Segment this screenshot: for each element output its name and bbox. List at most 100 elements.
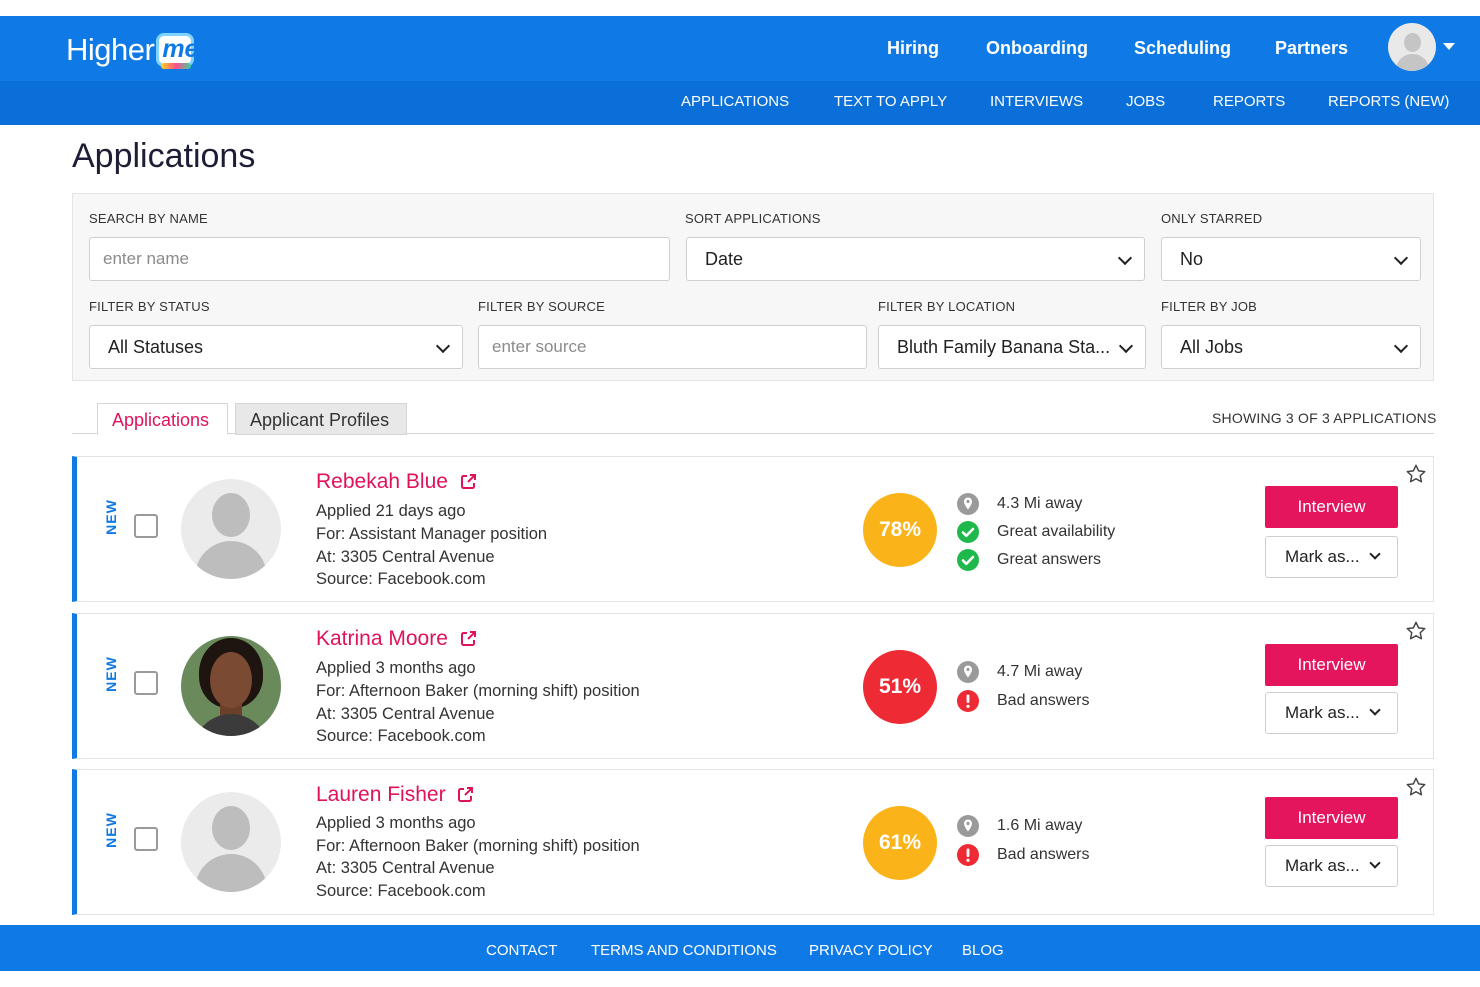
- sort-select[interactable]: Date: [686, 237, 1145, 281]
- answers-text: Bad answers: [997, 846, 1090, 863]
- applicant-avatar[interactable]: [181, 792, 281, 892]
- logo-text: Higher: [66, 32, 155, 67]
- check-circle-icon: [957, 521, 979, 543]
- location-select-value: Bluth Family Banana Sta...: [897, 337, 1111, 357]
- higherme-logo[interactable]: Higher me: [66, 30, 198, 70]
- check-circle-icon: [957, 549, 979, 571]
- subnav-interviews[interactable]: INTERVIEWS: [990, 93, 1083, 110]
- application-card: NEW Lauren Fisher Applied 3 months ago F…: [72, 769, 1434, 915]
- location-label: FILTER BY LOCATION: [878, 299, 1016, 314]
- chevron-down-icon: [1369, 548, 1381, 560]
- tab-applicant-profiles[interactable]: Applicant Profiles: [235, 403, 407, 435]
- job-select-value: All Jobs: [1180, 337, 1244, 357]
- subnav-reports[interactable]: REPORTS: [1213, 93, 1285, 110]
- subnav-applications[interactable]: APPLICATIONS: [681, 93, 789, 110]
- star-icon[interactable]: [1405, 463, 1427, 485]
- mark-as-label: Mark as...: [1285, 703, 1360, 722]
- starred-select[interactable]: No: [1161, 237, 1421, 281]
- location-select[interactable]: Bluth Family Banana Sta...: [878, 325, 1146, 369]
- nav-onboarding[interactable]: Onboarding: [986, 38, 1088, 59]
- answers-text: Great answers: [997, 551, 1102, 568]
- distance-text: 1.6 Mi away: [997, 817, 1083, 834]
- footer-terms[interactable]: TERMS AND CONDITIONS: [591, 942, 777, 959]
- applied-position: For: Afternoon Baker (morning shift) pos…: [316, 682, 640, 700]
- user-menu-caret-icon[interactable]: [1443, 43, 1455, 50]
- interview-button[interactable]: Interview: [1265, 797, 1398, 839]
- nav-hiring[interactable]: Hiring: [887, 38, 939, 59]
- job-select[interactable]: All Jobs: [1161, 325, 1421, 369]
- map-pin-icon: [957, 661, 979, 683]
- chevron-down-icon: [435, 338, 451, 354]
- logo-badge-text: me: [162, 35, 199, 63]
- chevron-down-icon: [1117, 250, 1133, 266]
- status-select[interactable]: All Statuses: [89, 325, 463, 369]
- chevron-down-icon: [1118, 338, 1134, 354]
- source-label: FILTER BY SOURCE: [478, 299, 605, 314]
- map-pin-icon: [957, 493, 979, 515]
- footer-blog[interactable]: BLOG: [962, 942, 1004, 959]
- mark-as-dropdown[interactable]: Mark as...: [1265, 692, 1398, 734]
- applied-date: Applied 3 months ago: [316, 659, 476, 677]
- applicant-name: Lauren Fisher: [316, 783, 446, 806]
- chevron-down-icon: [1393, 250, 1409, 266]
- job-label: FILTER BY JOB: [1161, 299, 1258, 314]
- nav-partners[interactable]: Partners: [1275, 38, 1348, 59]
- sub-header: APPLICATIONS TEXT TO APPLY INTERVIEWS JO…: [0, 81, 1480, 125]
- footer: CONTACT TERMS AND CONDITIONS PRIVACY POL…: [0, 925, 1480, 971]
- availability-text: Great availability: [997, 523, 1116, 540]
- mark-as-dropdown[interactable]: Mark as...: [1265, 536, 1398, 578]
- applicant-name: Katrina Moore: [316, 627, 448, 650]
- subnav-text-to-apply[interactable]: TEXT TO APPLY: [834, 93, 947, 110]
- applicant-name-link[interactable]: Katrina Moore: [316, 627, 477, 651]
- applicant-name-link[interactable]: Rebekah Blue: [316, 470, 477, 494]
- chevron-down-icon: [1393, 338, 1409, 354]
- external-link-icon: [460, 474, 476, 489]
- select-checkbox[interactable]: [134, 827, 158, 851]
- new-badge: NEW: [103, 656, 119, 692]
- status-select-value: All Statuses: [108, 337, 204, 357]
- interview-button[interactable]: Interview: [1265, 644, 1398, 686]
- applied-location: At: 3305 Central Avenue: [316, 548, 495, 566]
- alert-circle-icon: [957, 690, 979, 712]
- star-icon[interactable]: [1405, 620, 1427, 642]
- external-link-icon: [460, 631, 476, 646]
- showing-count: SHOWING 3 OF 3 APPLICATIONS: [1212, 410, 1437, 426]
- applicant-avatar[interactable]: [181, 479, 281, 579]
- search-name-input[interactable]: [89, 237, 670, 281]
- select-checkbox[interactable]: [134, 514, 158, 538]
- match-score-badge: 51%: [863, 650, 937, 724]
- nav-scheduling[interactable]: Scheduling: [1134, 38, 1231, 59]
- new-badge: NEW: [103, 812, 119, 848]
- mark-as-dropdown[interactable]: Mark as...: [1265, 845, 1398, 887]
- applied-source: Source: Facebook.com: [316, 570, 486, 588]
- interview-button[interactable]: Interview: [1265, 486, 1398, 528]
- tab-applications[interactable]: Applications: [97, 403, 228, 435]
- subnav-reports-new[interactable]: REPORTS (NEW): [1328, 93, 1449, 110]
- select-checkbox[interactable]: [134, 671, 158, 695]
- applicant-photo[interactable]: [181, 636, 281, 736]
- map-pin-icon: [957, 815, 979, 837]
- filters-panel: SEARCH BY NAME SORT APPLICATIONS Date ON…: [72, 193, 1434, 381]
- distance-text: 4.7 Mi away: [997, 663, 1083, 680]
- subnav-jobs[interactable]: JOBS: [1126, 93, 1165, 110]
- user-avatar[interactable]: [1388, 23, 1436, 71]
- applied-location: At: 3305 Central Avenue: [316, 705, 495, 723]
- sort-select-value: Date: [705, 249, 744, 269]
- page-title: Applications: [72, 137, 256, 175]
- answers-text: Bad answers: [997, 692, 1090, 709]
- mark-as-label: Mark as...: [1285, 547, 1360, 566]
- applicant-name: Rebekah Blue: [316, 470, 448, 493]
- footer-contact[interactable]: CONTACT: [486, 942, 557, 959]
- applied-position: For: Assistant Manager position: [316, 525, 548, 543]
- chevron-down-icon: [1369, 704, 1381, 716]
- applied-location: At: 3305 Central Avenue: [316, 859, 495, 877]
- search-label: SEARCH BY NAME: [89, 211, 208, 226]
- source-input[interactable]: [478, 325, 867, 369]
- star-icon[interactable]: [1405, 776, 1427, 798]
- applicant-name-link[interactable]: Lauren Fisher: [316, 783, 474, 807]
- applied-position: For: Afternoon Baker (morning shift) pos…: [316, 837, 640, 855]
- starred-select-value: No: [1180, 249, 1204, 269]
- logo-badge: me: [156, 33, 198, 69]
- footer-privacy[interactable]: PRIVACY POLICY: [809, 942, 933, 959]
- starred-label: ONLY STARRED: [1161, 211, 1263, 226]
